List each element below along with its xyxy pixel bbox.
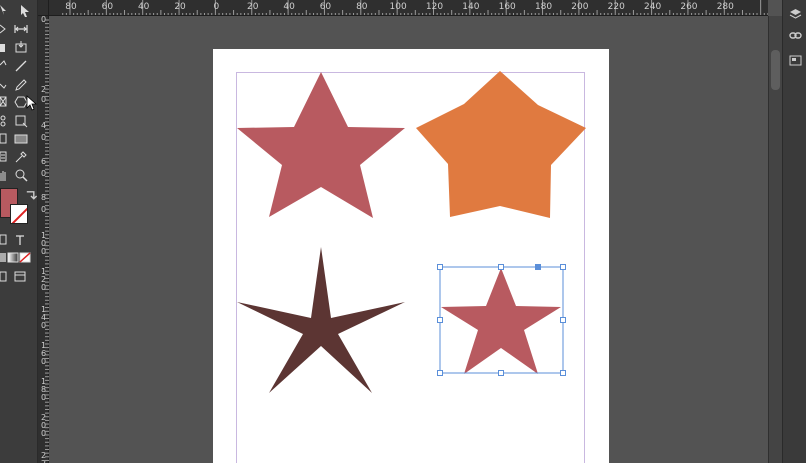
free-transform-tool-icon[interactable] <box>14 114 28 128</box>
apply-none-icon[interactable] <box>19 251 33 265</box>
screen-mode-icon[interactable] <box>14 270 28 284</box>
type-on-path-tool-icon[interactable] <box>0 59 14 73</box>
ruler-label: 60 <box>319 2 332 12</box>
content-collector-icon[interactable] <box>14 40 28 54</box>
links-icon[interactable] <box>789 27 802 40</box>
polygon-tool-icon[interactable] <box>14 95 28 109</box>
page-tool-icon[interactable] <box>0 22 14 36</box>
ruler-label: 140 <box>462 2 480 12</box>
ruler-label: 40 <box>283 2 295 12</box>
ruler-label: 200 <box>571 2 589 12</box>
horizontal-ruler: 80 60 40 20 0 20 40 60 80 100 120 140 160 180 200 220 24… <box>49 0 768 16</box>
scrollbar-thumb[interactable] <box>771 50 780 90</box>
ruler-label: 240 <box>644 2 662 12</box>
selection-tool-icon[interactable] <box>18 4 32 18</box>
eyedropper-tool-icon[interactable] <box>14 150 28 164</box>
formatting-text-icon[interactable] <box>14 233 28 247</box>
tools-panel <box>0 0 38 463</box>
layers-icon[interactable] <box>789 6 802 19</box>
rectangle-tool-icon[interactable] <box>0 132 14 146</box>
pen-tool-icon[interactable] <box>0 78 14 92</box>
line-tool-icon[interactable] <box>14 59 28 73</box>
ruler-label: 160 <box>498 2 516 12</box>
scissors-tool-icon[interactable] <box>0 114 14 128</box>
right-panel-dock <box>782 0 806 463</box>
ruler-label: 0 <box>213 2 220 12</box>
direct-selection-tool-icon[interactable] <box>0 4 14 18</box>
vertical-ruler: 202040608010012014016018020022 <box>38 0 49 463</box>
ruler-label: 60 <box>101 2 114 12</box>
type-tool-icon[interactable] <box>0 40 14 54</box>
gradient-swatch-tool-icon[interactable] <box>14 132 28 146</box>
hand-tool-icon[interactable] <box>0 168 14 182</box>
ruler-label: 260 <box>680 2 698 12</box>
vertical-ruler-ticks <box>45 19 49 461</box>
ruler-label: 280 <box>716 2 734 12</box>
ruler-label: 220 <box>607 2 625 12</box>
ruler-label: 180 <box>534 2 553 12</box>
normal-view-icon[interactable] <box>0 270 14 284</box>
ruler-origin-corner[interactable] <box>38 0 49 16</box>
ruler-label: 100 <box>389 2 407 12</box>
ruler-label: 80 <box>356 2 368 12</box>
indesign-workspace: 202040608010012014016018020022 806040200… <box>0 0 806 463</box>
zoom-tool-icon[interactable] <box>14 168 28 182</box>
ruler-label: 20 <box>174 2 186 12</box>
note-tool-icon[interactable] <box>0 150 14 164</box>
formatting-container-icon[interactable] <box>0 233 14 247</box>
pencil-tool-icon[interactable] <box>14 78 28 92</box>
ruler-label: 120 <box>425 2 444 12</box>
swap-fill-stroke-icon[interactable] <box>24 189 38 200</box>
stroke-color-swatch[interactable] <box>10 204 28 224</box>
ruler-label: 80 <box>65 2 77 12</box>
ruler-label: 40 <box>137 2 150 12</box>
vertical-scrollbar[interactable] <box>768 16 782 463</box>
ruler-label: 20 <box>247 2 259 12</box>
rectangle-frame-tool-icon[interactable] <box>0 95 14 109</box>
pages-icon[interactable] <box>789 52 802 66</box>
gap-tool-icon[interactable] <box>14 22 28 36</box>
